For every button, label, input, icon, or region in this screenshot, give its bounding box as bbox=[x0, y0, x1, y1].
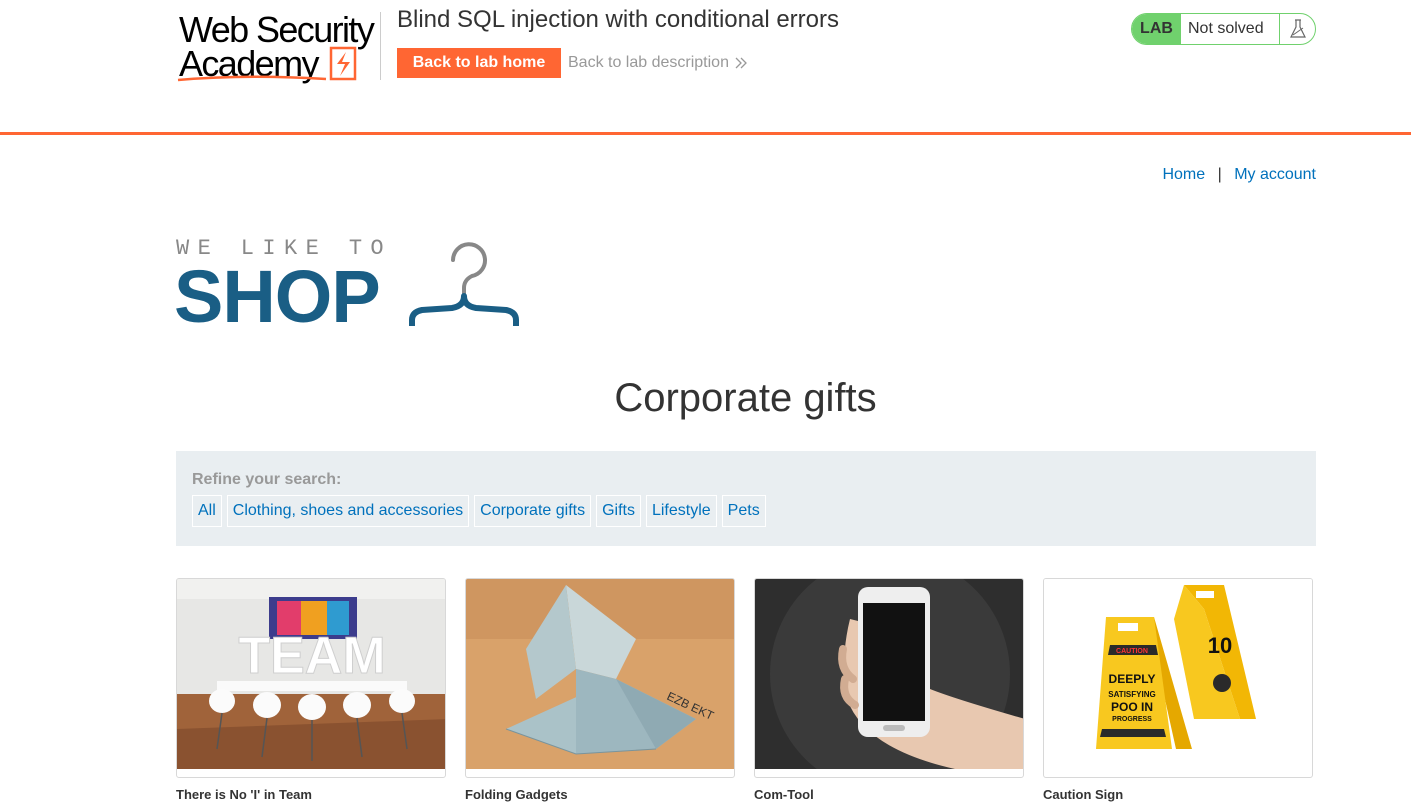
svg-text:CAUTION: CAUTION bbox=[1116, 648, 1148, 655]
flask-icon bbox=[1279, 14, 1315, 44]
product-image-caution-sign[interactable]: CAUTION DEEPLY SATISFYING POO IN PROGRES… bbox=[1043, 578, 1313, 778]
filter-all[interactable]: All bbox=[192, 495, 222, 527]
product-image-team[interactable]: TEAM bbox=[176, 578, 446, 778]
svg-text:10: 10 bbox=[1208, 633, 1232, 658]
filter-corporate-gifts[interactable]: Corporate gifts bbox=[474, 495, 592, 527]
product-name: Com-Tool bbox=[754, 787, 814, 802]
lab-status-text: Not solved bbox=[1188, 20, 1264, 37]
product-card[interactable]: EZB EKT Folding Gadgets bbox=[465, 578, 735, 802]
product-card[interactable]: TEAM There is No 'I' in Team bbox=[176, 578, 446, 802]
product-card[interactable]: CAUTION DEEPLY SATISFYING POO IN PROGRES… bbox=[1043, 578, 1313, 802]
filter-clothing[interactable]: Clothing, shoes and accessories bbox=[226, 495, 470, 527]
logo-bolt-icon bbox=[177, 46, 357, 82]
product-name: Folding Gadgets bbox=[465, 787, 568, 802]
product-image-folding-gadgets[interactable]: EZB EKT bbox=[465, 578, 735, 778]
header-divider-line bbox=[0, 132, 1411, 135]
back-to-lab-description-label: Back to lab description bbox=[568, 54, 729, 71]
product-card[interactable]: Com-Tool bbox=[754, 578, 1024, 802]
svg-text:DEEPLY: DEEPLY bbox=[1109, 672, 1156, 686]
svg-text:POO IN: POO IN bbox=[1111, 700, 1153, 714]
filter-chips: All Clothing, shoes and accessories Corp… bbox=[192, 495, 766, 527]
lab-badge: LAB bbox=[1132, 14, 1181, 44]
top-nav: Home | My account bbox=[1162, 166, 1316, 184]
page-title: Corporate gifts bbox=[614, 376, 877, 420]
shop-logo: WE LIKE TO SHOP bbox=[174, 236, 528, 338]
svg-text:PROGRESS: PROGRESS bbox=[1112, 716, 1152, 723]
academy-header: Web Security Academy Blind SQL injection… bbox=[0, 0, 1411, 135]
product-image-com-tool[interactable] bbox=[754, 578, 1024, 778]
web-security-academy-logo[interactable]: Web Security Academy bbox=[176, 8, 381, 84]
filter-label: Refine your search: bbox=[192, 471, 342, 488]
hanger-icon bbox=[409, 242, 519, 326]
svg-text:SATISFYING: SATISFYING bbox=[1108, 690, 1155, 699]
back-to-lab-home-button[interactable]: Back to lab home bbox=[397, 48, 561, 78]
filter-gifts[interactable]: Gifts bbox=[596, 495, 641, 527]
double-chevron-right-icon bbox=[735, 57, 747, 69]
home-link[interactable]: Home bbox=[1162, 166, 1205, 183]
shop-logo-word: SHOP bbox=[174, 255, 381, 338]
filter-lifestyle[interactable]: Lifestyle bbox=[645, 495, 717, 527]
product-name: There is No 'I' in Team bbox=[176, 787, 312, 802]
product-name: Caution Sign bbox=[1043, 787, 1124, 802]
filter-panel: Refine your search: All Clothing, shoes … bbox=[176, 451, 1316, 546]
svg-text:TEAM: TEAM bbox=[238, 627, 385, 685]
nav-separator: | bbox=[1217, 166, 1222, 183]
my-account-link[interactable]: My account bbox=[1234, 166, 1316, 183]
back-to-lab-description-link[interactable]: Back to lab description bbox=[568, 54, 748, 72]
logo-divider bbox=[380, 12, 381, 80]
lab-status-widget: LAB Not solved bbox=[1131, 13, 1316, 45]
lab-title: Blind SQL injection with conditional err… bbox=[397, 6, 839, 33]
filter-pets[interactable]: Pets bbox=[721, 495, 766, 527]
